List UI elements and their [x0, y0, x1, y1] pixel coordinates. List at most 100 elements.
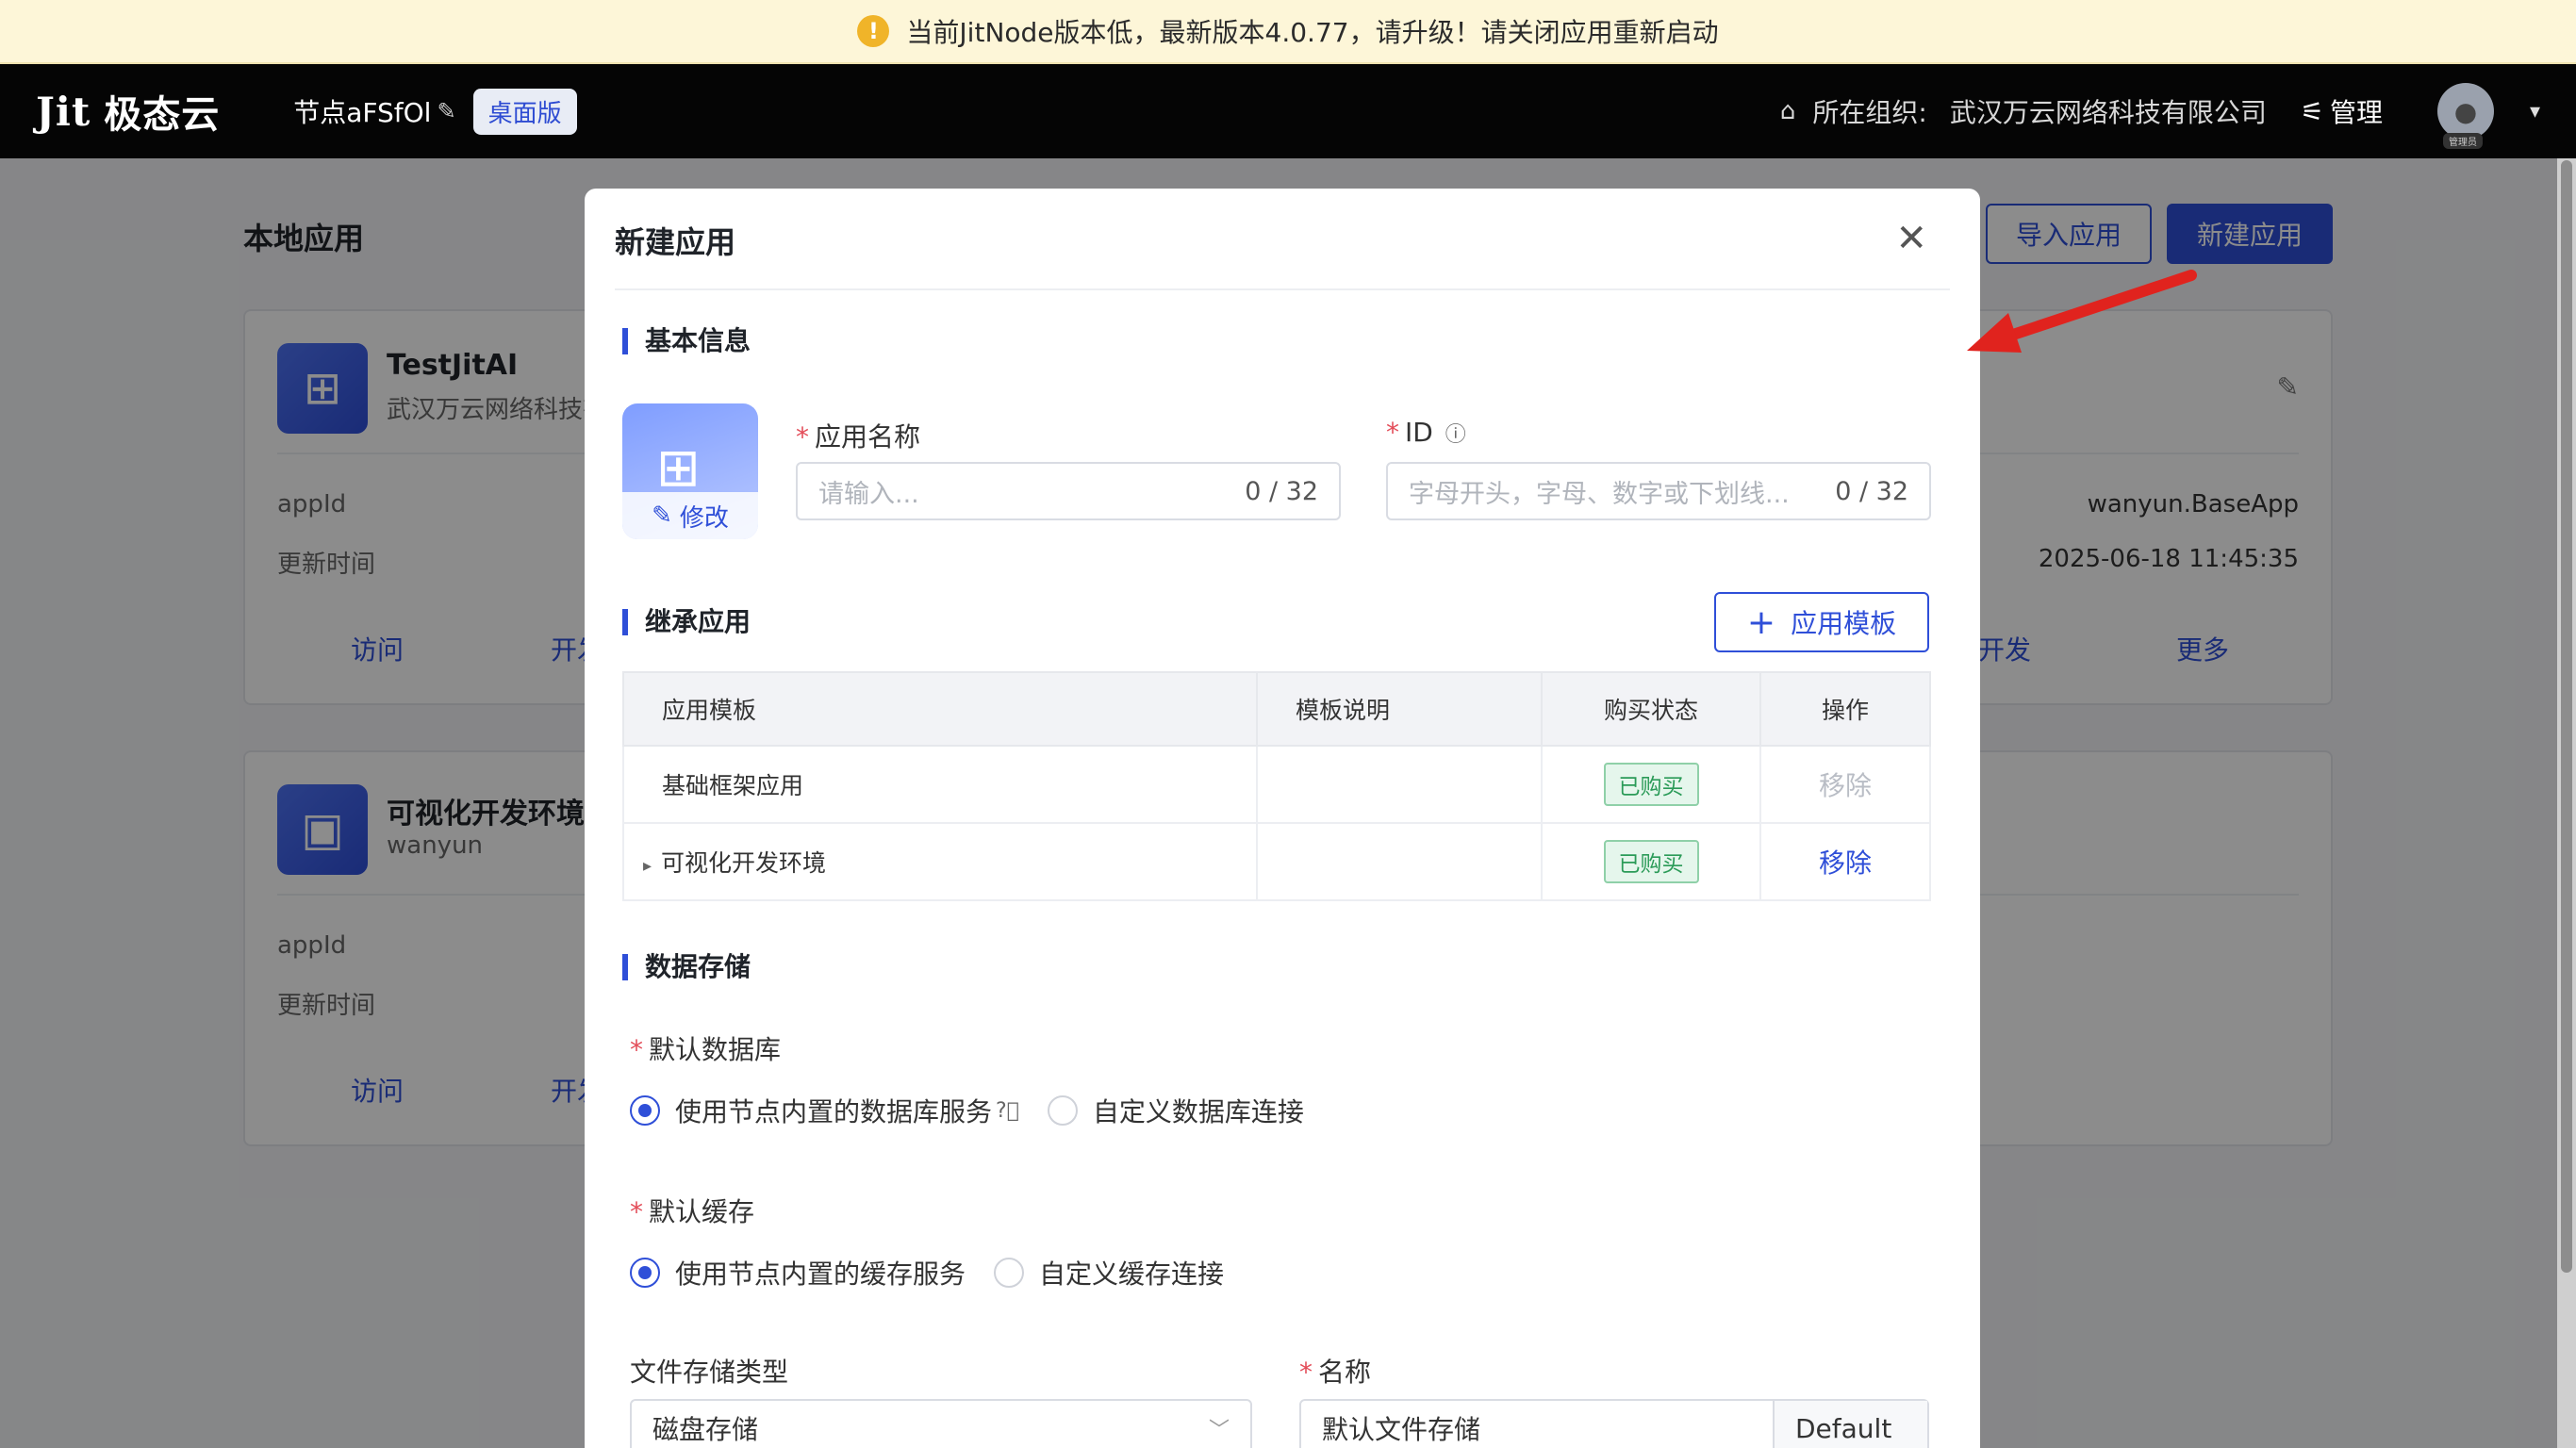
chevron-down-icon[interactable]: ▾: [2530, 100, 2540, 123]
plus-icon: +: [1746, 602, 1776, 642]
edition-badge: 桌面版: [472, 88, 577, 135]
file-storage-type-select[interactable]: 磁盘存储 ﹀: [630, 1399, 1252, 1448]
info-icon[interactable]: ⓘ: [1445, 423, 1466, 447]
required-mark: *: [1386, 417, 1399, 448]
storage-name-value: 默认文件存储: [1322, 1414, 1481, 1445]
warning-icon: !: [857, 15, 890, 47]
col-header-action: 操作: [1759, 671, 1931, 747]
user-icon: ●: [2453, 95, 2478, 127]
template-name-cell: ▸ 可视化开发环境: [622, 822, 1258, 901]
add-template-label: 应用模板: [1791, 608, 1897, 639]
section-basic-info: 基本信息: [622, 328, 751, 354]
section-data-storage: 数据存储: [622, 954, 751, 980]
status-badge: 已购买: [1603, 840, 1699, 883]
app-id-counter: 0 / 32: [1835, 476, 1908, 506]
version-warning-banner: ! 当前JitNode版本低，最新版本4.0.77，请升级！请关闭应用重新启动: [0, 0, 2576, 64]
template-table: 应用模板 模板说明 购买状态 操作 基础框架应用 已购买 移除 ▸ 可视化开发环境…: [622, 671, 1931, 901]
default-db-radio-group: 使用节点内置的数据库服务 ?⃝ 自定义数据库连接: [630, 1092, 1332, 1129]
cache-option-custom-label: 自定义缓存连接: [1039, 1259, 1225, 1290]
logo-edit-label: 修改: [679, 503, 729, 533]
col-header-status: 购买状态: [1541, 671, 1761, 747]
storage-name-label: * 名称: [1299, 1352, 1371, 1390]
app-name-label-text: 应用名称: [815, 421, 921, 452]
action-cell: 移除: [1759, 745, 1931, 824]
cache-option-builtin-label: 使用节点内置的缓存服务: [675, 1259, 966, 1290]
windows-icon: ⊞: [656, 437, 701, 499]
default-db-label: * 默认数据库: [630, 1029, 781, 1067]
close-icon[interactable]: ✕: [1895, 217, 1927, 260]
action-cell: 移除: [1759, 822, 1931, 901]
section-inherit-app: 继承应用: [622, 609, 751, 635]
storage-name-label-text: 名称: [1318, 1357, 1372, 1388]
status-badge: 已购买: [1603, 763, 1699, 806]
building-icon: ⌂: [1779, 97, 1796, 125]
storage-name-suffix: Default: [1773, 1401, 1927, 1448]
divider: [615, 288, 1950, 290]
app-name-counter: 0 / 32: [1245, 476, 1318, 506]
table-row: 基础框架应用 已购买 移除: [622, 745, 1931, 824]
manage-button[interactable]: ⚟ 管理: [2301, 92, 2383, 130]
org-switcher[interactable]: 武汉万云网络科技有限公司: [1950, 92, 2267, 130]
question-icon[interactable]: ?⃝: [996, 1099, 1019, 1123]
template-desc: [1256, 822, 1543, 901]
template-desc: [1256, 745, 1543, 824]
app-id-label-text: ID: [1405, 417, 1433, 448]
radio-unchecked[interactable]: [1047, 1095, 1078, 1126]
avatar-role-tag: 管理员: [2442, 133, 2483, 149]
status-cell: 已购买: [1541, 745, 1761, 824]
logo-text: 极态云: [104, 93, 221, 137]
pencil-icon: ✎: [652, 502, 672, 530]
status-cell: 已购买: [1541, 822, 1761, 901]
cache-option-custom[interactable]: 自定义缓存连接: [994, 1254, 1224, 1292]
table-row[interactable]: ▸ 可视化开发环境 已购买 移除: [622, 822, 1931, 901]
app-id-placeholder: 字母开头，字母、数字或下划线...: [1409, 479, 1790, 509]
cache-option-builtin[interactable]: 使用节点内置的缓存服务: [630, 1254, 966, 1292]
app-id-label: * ID ⓘ: [1386, 417, 1466, 448]
storage-name-input[interactable]: 默认文件存储 Default: [1299, 1399, 1929, 1448]
scrollbar-thumb[interactable]: [2561, 160, 2572, 1273]
radio-unchecked[interactable]: [994, 1258, 1025, 1288]
new-app-dialog: 新建应用 ✕ 基本信息 ⊞ ✎ 修改 * 应用名称 请输入... 0 / 32 *…: [585, 189, 1980, 1448]
default-db-label-text: 默认数据库: [649, 1034, 782, 1065]
manage-label: 管理: [2329, 97, 2383, 128]
org-label: 所在组织:: [1812, 97, 1927, 128]
required-mark: *: [630, 1034, 643, 1065]
db-option-builtin[interactable]: 使用节点内置的数据库服务 ?⃝: [630, 1092, 1019, 1129]
app-logo-picker[interactable]: ⊞ ✎ 修改: [622, 403, 758, 539]
required-mark: *: [630, 1196, 643, 1227]
required-mark: *: [1299, 1357, 1313, 1388]
nav-right: ⌂ 所在组织: 武汉万云网络科技有限公司 ⚟ 管理 ● 管理员 ▾: [1779, 83, 2540, 149]
node-name[interactable]: 节点aFSfOl ✎: [293, 92, 455, 130]
col-header-template: 应用模板: [622, 671, 1258, 747]
sliders-icon: ⚟: [2300, 95, 2324, 127]
app-name-label: * 应用名称: [796, 417, 920, 454]
radio-checked[interactable]: [630, 1095, 660, 1126]
table-header-row: 应用模板 模板说明 购买状态 操作: [622, 671, 1931, 747]
brand-logo[interactable]: Jit 极态云: [36, 84, 220, 139]
caret-right-icon[interactable]: ▸: [643, 856, 652, 876]
dialog-title: 新建应用: [615, 224, 736, 260]
node-name-text: 节点aFSfOl: [293, 97, 432, 128]
version-warning-text: 当前JitNode版本低，最新版本4.0.77，请升级！请关闭应用重新启动: [906, 17, 1719, 48]
default-cache-label-text: 默认缓存: [649, 1196, 755, 1227]
template-name: 可视化开发环境: [661, 849, 827, 877]
default-cache-label: * 默认缓存: [630, 1192, 754, 1229]
default-cache-radio-group: 使用节点内置的缓存服务 自定义缓存连接: [630, 1254, 1252, 1292]
db-option-builtin-label: 使用节点内置的数据库服务: [675, 1096, 993, 1127]
remove-button[interactable]: 移除: [1819, 847, 1872, 879]
pencil-icon[interactable]: ✎: [437, 98, 455, 124]
file-storage-type-label: 文件存储类型: [630, 1357, 789, 1388]
remove-button: 移除: [1818, 770, 1872, 801]
col-header-desc: 模板说明: [1256, 671, 1543, 747]
app-name-input[interactable]: 请输入... 0 / 32: [796, 462, 1341, 520]
app-id-input[interactable]: 字母开头，字母、数字或下划线... 0 / 32: [1386, 462, 1931, 520]
file-storage-type-value: 磁盘存储: [652, 1414, 759, 1445]
chevron-down-icon: ﹀: [1208, 1419, 1230, 1442]
db-option-custom[interactable]: 自定义数据库连接: [1047, 1092, 1304, 1129]
radio-checked[interactable]: [630, 1258, 660, 1288]
logo-mark: Jit: [36, 88, 91, 135]
logo-edit-button[interactable]: ✎ 修改: [622, 492, 758, 539]
avatar[interactable]: ● 管理员: [2436, 83, 2494, 149]
db-option-custom-label: 自定义数据库连接: [1092, 1096, 1304, 1127]
add-template-button[interactable]: + 应用模板: [1714, 592, 1929, 652]
